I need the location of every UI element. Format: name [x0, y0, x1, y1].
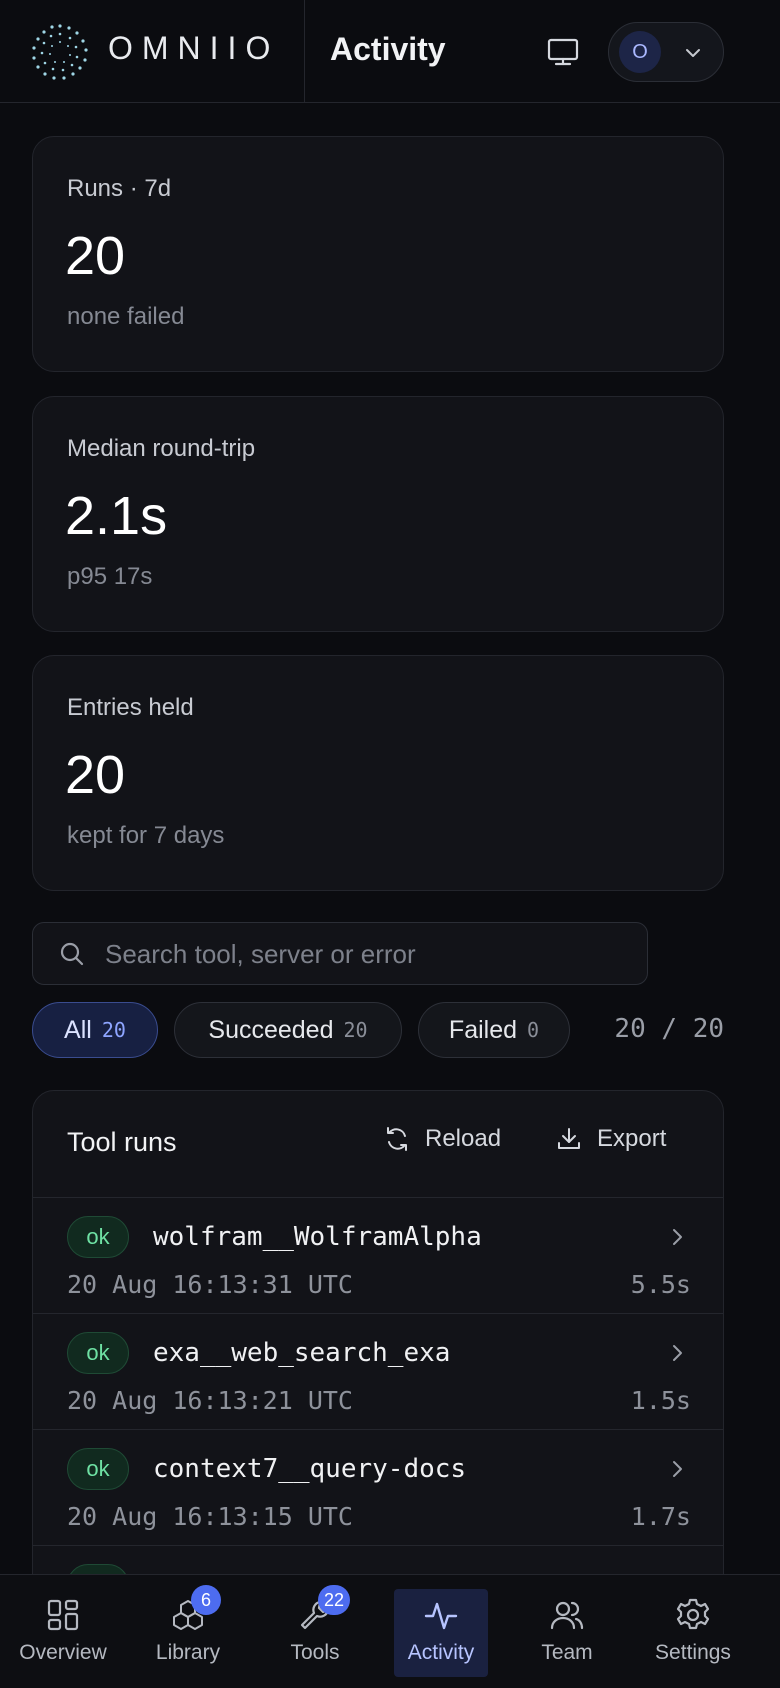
reload-label: Reload [425, 1125, 502, 1152]
download-icon [558, 1128, 580, 1149]
run-duration: 5.5s [630, 1270, 691, 1299]
app-header: OMNIIO Activity O [0, 0, 780, 103]
stat-subtext: none failed [67, 303, 185, 330]
stat-value: 20 [65, 226, 126, 286]
gear-icon [676, 1598, 710, 1630]
chevron-right-icon [673, 1345, 682, 1361]
brand-name: OMNIIO [108, 30, 280, 66]
nav-item-activity[interactable]: Activity [394, 1589, 488, 1677]
run-row[interactable]: ok exa__web_search_exa 20 Aug 16:13:21 U… [33, 1314, 723, 1430]
search-box[interactable] [32, 922, 648, 985]
nav-label: Library [155, 1641, 221, 1664]
run-timestamp: 20 Aug 16:13:15 UTC [67, 1502, 353, 1531]
tool-name: exa__web_search_exa [153, 1338, 451, 1368]
stat-card-entries: Entries held 20 kept for 7 days [32, 655, 724, 891]
chevron-right-icon [673, 1461, 682, 1477]
user-menu-button[interactable]: O [608, 22, 724, 82]
avatar: O [619, 31, 661, 73]
activity-icon [424, 1602, 458, 1630]
chevron-down-icon [686, 49, 700, 57]
filter-succeeded-chip[interactable]: Succeeded 20 [174, 1002, 402, 1058]
bottom-nav: Overview Library 6 Tools 22 Activity Tea… [0, 1574, 780, 1688]
nav-label: Activity [407, 1641, 475, 1664]
run-timestamp: 20 Aug 16:13:21 UTC [67, 1386, 353, 1415]
monitor-icon[interactable] [546, 36, 580, 68]
panel-title: Tool runs [67, 1127, 177, 1157]
filter-count: 20 [101, 1018, 126, 1042]
stat-label: Runs · 7d [67, 175, 172, 202]
status-badge: ok [67, 1332, 129, 1374]
search-icon [60, 942, 84, 966]
nav-item-library[interactable]: Library 6 [133, 1585, 243, 1677]
run-duration: 1.5s [630, 1386, 691, 1415]
filter-label: All [64, 1015, 92, 1044]
stat-label: Entries held [67, 694, 194, 721]
nav-item-overview[interactable]: Overview [8, 1589, 118, 1677]
tool-name: wolfram__WolframAlpha [153, 1222, 482, 1252]
nav-item-team[interactable]: Team [512, 1589, 622, 1677]
nav-badge: 22 [318, 1585, 351, 1615]
tool-name: context7__query-docs [153, 1454, 467, 1484]
filter-label: Failed [448, 1015, 518, 1044]
refresh-icon [387, 1127, 407, 1151]
run-row[interactable]: ok wolfram__WolframAlpha 20 Aug 16:13:31… [33, 1198, 723, 1314]
export-button[interactable]: Export [555, 1125, 666, 1153]
export-label: Export [597, 1125, 667, 1152]
filter-count: 0 [527, 1018, 540, 1042]
omniio-logo-icon[interactable] [30, 22, 90, 82]
nav-label: Overview [19, 1641, 107, 1664]
grid-icon [47, 1599, 79, 1631]
run-duration: 1.7s [630, 1502, 691, 1531]
status-badge: ok [67, 1448, 129, 1490]
nav-label: Settings [655, 1641, 731, 1664]
chevron-right-icon [673, 1229, 682, 1245]
nav-item-settings[interactable]: Settings [638, 1589, 748, 1677]
results-counter: 20 / 20 [614, 1014, 724, 1044]
status-badge: ok [67, 1216, 129, 1258]
stat-card-runs: Runs · 7d 20 none failed [32, 136, 724, 372]
reload-button[interactable]: Reload [383, 1125, 501, 1153]
users-icon [550, 1601, 584, 1630]
header-divider [304, 0, 305, 103]
run-timestamp: 20 Aug 16:13:31 UTC [67, 1270, 353, 1299]
stat-subtext: p95 17s [67, 563, 153, 590]
search-input[interactable] [105, 933, 625, 975]
filter-failed-chip[interactable]: Failed 0 [418, 1002, 570, 1058]
stat-subtext: kept for 7 days [67, 822, 225, 849]
stat-value: 2.1s [65, 486, 168, 546]
stat-card-round-trip: Median round-trip 2.1s p95 17s [32, 396, 724, 632]
filter-label: Succeeded [208, 1015, 334, 1044]
page-title: Activity [330, 31, 446, 67]
nav-label: Team [541, 1641, 593, 1664]
filter-all-chip[interactable]: All 20 [32, 1002, 158, 1058]
stat-value: 20 [65, 745, 126, 805]
nav-item-tools[interactable]: Tools 22 [260, 1585, 370, 1677]
run-row[interactable]: ok context7__query-docs 20 Aug 16:13:15 … [33, 1430, 723, 1546]
nav-label: Tools [290, 1641, 340, 1664]
nav-badge: 6 [191, 1585, 221, 1615]
stat-label: Median round-trip [67, 435, 256, 462]
filter-count: 20 [343, 1018, 368, 1042]
